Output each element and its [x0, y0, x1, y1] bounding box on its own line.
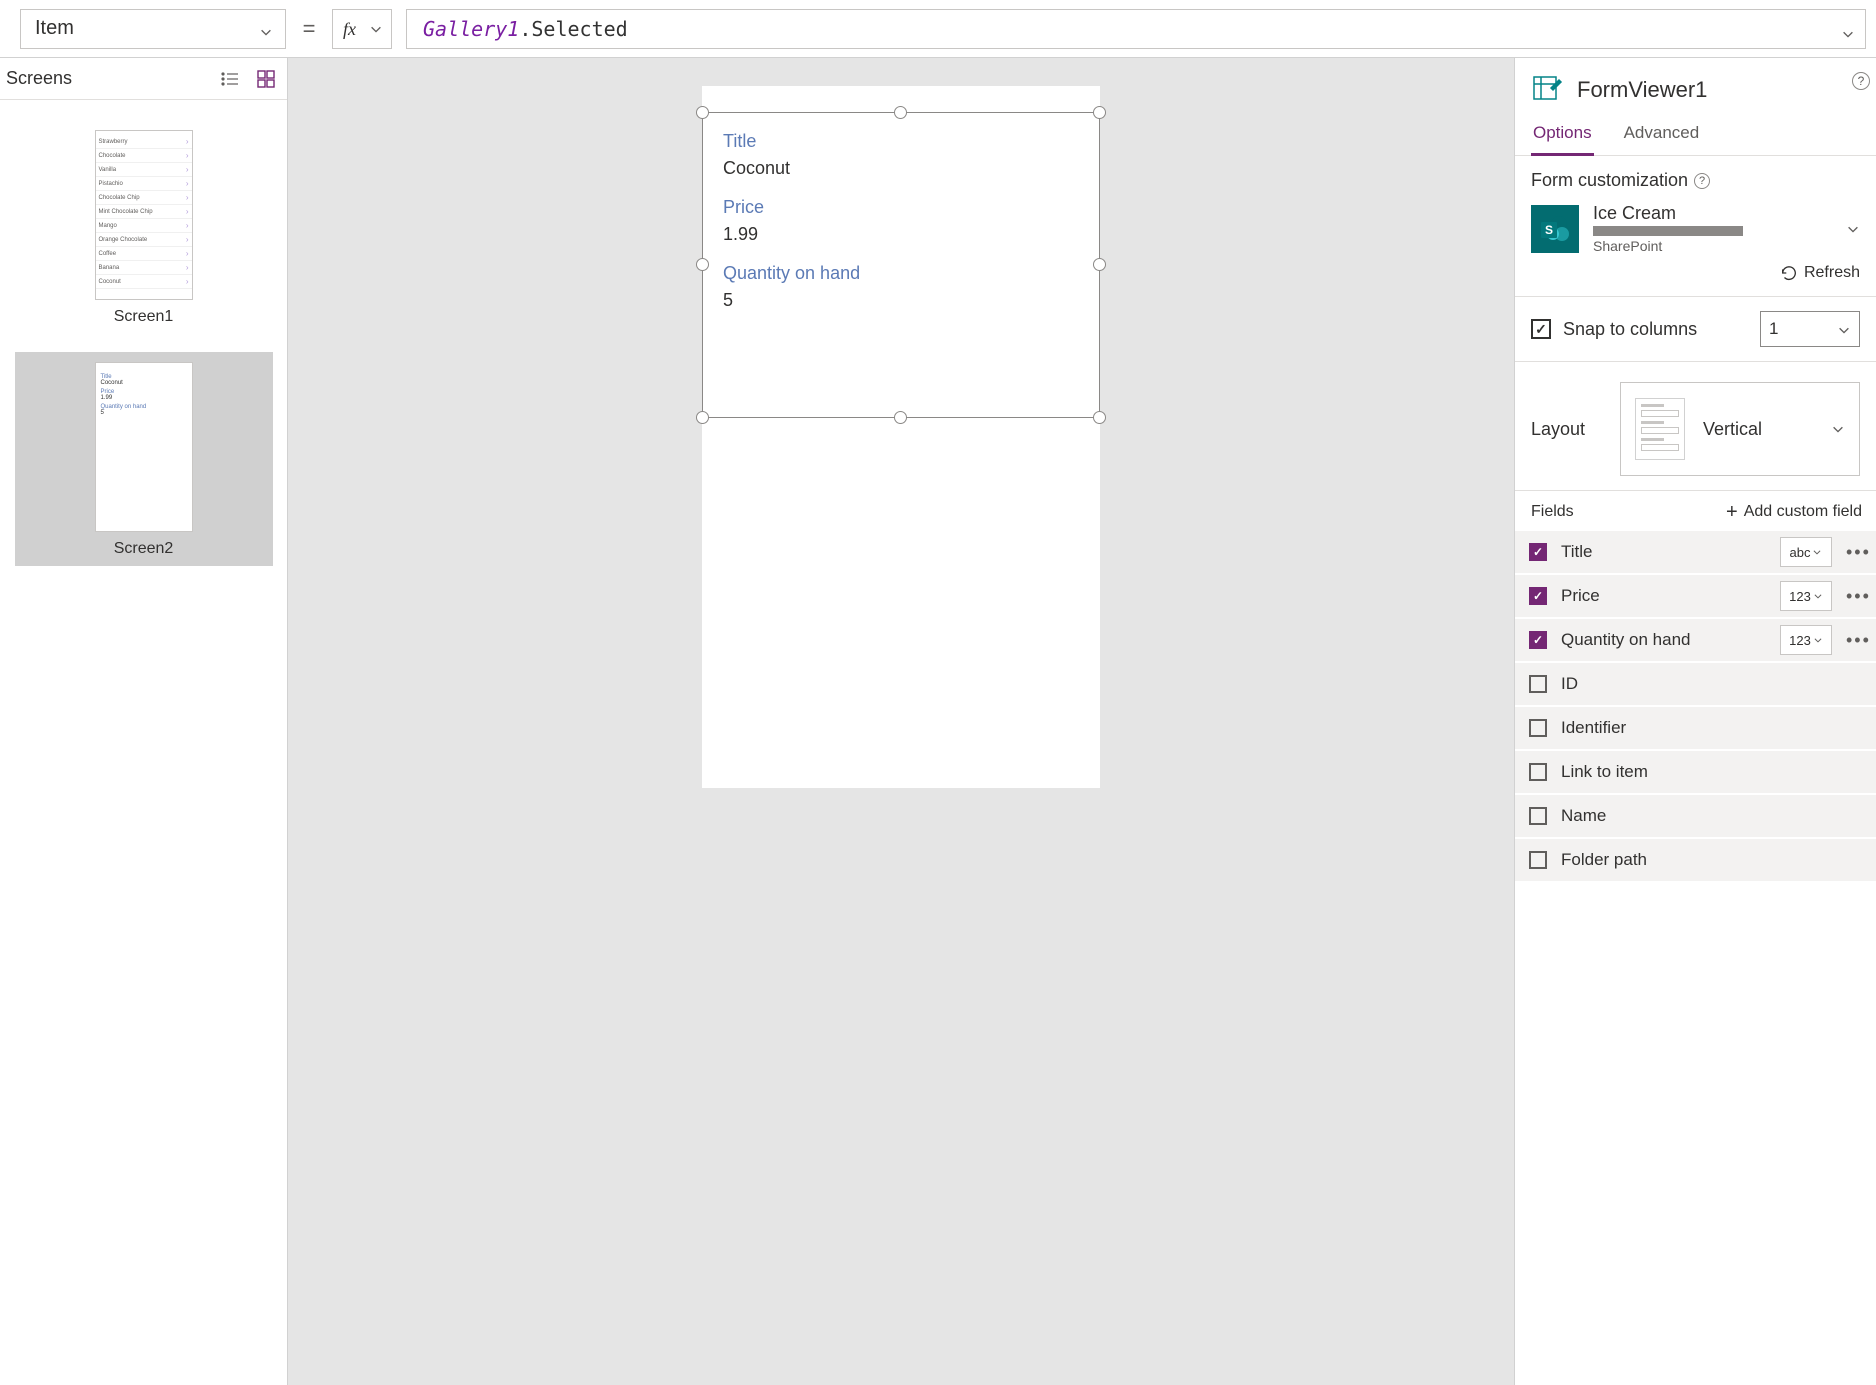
field-label: Price	[723, 197, 1079, 218]
snap-checkbox[interactable]	[1531, 319, 1551, 339]
screen-name: Screen2	[15, 540, 273, 558]
svg-text:S: S	[1545, 223, 1553, 237]
fx-button[interactable]: fx	[332, 9, 392, 49]
screens-title: Screens	[6, 68, 72, 89]
field-type-select[interactable]: abc	[1780, 537, 1832, 567]
field-row[interactable]: Folder path	[1515, 839, 1876, 881]
layout-select[interactable]: Vertical	[1620, 382, 1860, 476]
formula-bar: Item = fx Gallery1.Selected	[0, 0, 1876, 58]
form-customization-label: Form customization	[1531, 170, 1688, 191]
field-label: Quantity on hand	[723, 263, 1079, 284]
field-checkbox[interactable]	[1529, 763, 1547, 781]
field-row[interactable]: ID	[1515, 663, 1876, 705]
add-custom-field-button[interactable]: + Add custom field	[1726, 503, 1862, 521]
columns-select[interactable]: 1	[1760, 311, 1860, 347]
chevron-down-icon	[259, 22, 273, 36]
field-row[interactable]: Quantity on hand 123 •••	[1515, 619, 1876, 661]
chevron-down-icon	[1846, 222, 1860, 236]
field-name-label: Quantity on hand	[1561, 630, 1766, 650]
help-icon[interactable]: ?	[1852, 72, 1870, 90]
field-name-label: Price	[1561, 586, 1766, 606]
resize-handle[interactable]	[696, 258, 709, 271]
formula-suffix: .Selected	[519, 17, 627, 41]
more-icon[interactable]: •••	[1846, 542, 1870, 563]
more-icon[interactable]: •••	[1846, 586, 1870, 607]
screen-thumbnail[interactable]: TitleCoconutPrice1.99Quantity on hand5Sc…	[15, 352, 273, 566]
layout-label: Layout	[1531, 419, 1585, 440]
field-label: Title	[723, 131, 1079, 152]
tab-options[interactable]: Options	[1531, 115, 1594, 156]
field-row[interactable]: Title abc •••	[1515, 531, 1876, 573]
resize-handle[interactable]	[696, 411, 709, 424]
resize-handle[interactable]	[1093, 411, 1106, 424]
sharepoint-icon: S	[1531, 205, 1579, 253]
control-name: FormViewer1	[1577, 77, 1707, 103]
fields-label: Fields	[1531, 503, 1574, 521]
properties-panel: FormViewer1 ? Options Advanced Form cust…	[1514, 58, 1876, 1385]
field-checkbox[interactable]	[1529, 631, 1547, 649]
field-value: Coconut	[723, 158, 1079, 179]
refresh-button[interactable]: Refresh	[1531, 264, 1860, 282]
field-type-select[interactable]: 123	[1780, 625, 1832, 655]
resize-handle[interactable]	[1093, 258, 1106, 271]
resize-handle[interactable]	[894, 411, 907, 424]
canvas[interactable]: Title Coconut Price 1.99 Quantity on hand 5	[288, 58, 1514, 1385]
chevron-down-icon	[1837, 322, 1851, 336]
form-icon	[1531, 72, 1563, 107]
screen-name: Screen1	[15, 308, 273, 326]
refresh-label: Refresh	[1804, 264, 1860, 282]
snap-label: Snap to columns	[1563, 319, 1697, 340]
property-dropdown-value: Item	[35, 17, 74, 40]
datasource-type: SharePoint	[1593, 238, 1832, 254]
field-checkbox[interactable]	[1529, 543, 1547, 561]
chevron-down-icon	[1841, 22, 1855, 36]
field-name-label: Name	[1561, 806, 1870, 826]
field-name-label: Title	[1561, 542, 1766, 562]
field-name-label: Link to item	[1561, 762, 1870, 782]
field-row[interactable]: Link to item	[1515, 751, 1876, 793]
layout-value: Vertical	[1703, 419, 1813, 440]
field-checkbox[interactable]	[1529, 675, 1547, 693]
field-name-label: Folder path	[1561, 850, 1870, 870]
chevron-down-icon	[369, 22, 383, 36]
svg-text:fx: fx	[343, 19, 356, 39]
screen-thumbnail[interactable]: Strawberry›Chocolate›Vanilla›Pistachio›C…	[15, 120, 273, 334]
field-type-select[interactable]: 123	[1780, 581, 1832, 611]
field-checkbox[interactable]	[1529, 807, 1547, 825]
field-name-label: Identifier	[1561, 718, 1870, 738]
formviewer-selection[interactable]: Title Coconut Price 1.99 Quantity on hand 5	[702, 112, 1100, 418]
field-value: 5	[723, 290, 1079, 311]
field-value: 1.99	[723, 224, 1079, 245]
screens-panel: Screens Straw	[0, 58, 288, 1385]
formula-input[interactable]: Gallery1.Selected	[406, 9, 1866, 49]
list-view-icon[interactable]	[219, 68, 241, 90]
info-icon[interactable]: ?	[1694, 173, 1710, 189]
field-row[interactable]: Name	[1515, 795, 1876, 837]
field-row[interactable]: Price 123 •••	[1515, 575, 1876, 617]
more-icon[interactable]: •••	[1846, 630, 1870, 651]
resize-handle[interactable]	[696, 106, 709, 119]
field-checkbox[interactable]	[1529, 719, 1547, 737]
datasource-name: Ice Cream	[1593, 203, 1832, 224]
add-custom-label: Add custom field	[1744, 503, 1862, 521]
datasource-selector[interactable]: S Ice Cream SharePoint	[1531, 203, 1860, 254]
field-checkbox[interactable]	[1529, 851, 1547, 869]
phone-frame: Title Coconut Price 1.99 Quantity on hand 5	[702, 86, 1100, 788]
grid-view-icon[interactable]	[255, 68, 277, 90]
chevron-down-icon	[1831, 422, 1845, 436]
equals-sign: =	[300, 16, 318, 42]
resize-handle[interactable]	[894, 106, 907, 119]
property-dropdown[interactable]: Item	[20, 9, 286, 49]
resize-handle[interactable]	[1093, 106, 1106, 119]
datasource-account	[1593, 226, 1743, 236]
layout-preview-icon	[1635, 398, 1685, 460]
columns-value: 1	[1769, 319, 1778, 339]
field-name-label: ID	[1561, 674, 1870, 694]
field-checkbox[interactable]	[1529, 587, 1547, 605]
plus-icon: +	[1726, 505, 1738, 519]
tab-advanced[interactable]: Advanced	[1622, 115, 1702, 155]
formula-token: Gallery1	[423, 17, 519, 41]
field-row[interactable]: Identifier	[1515, 707, 1876, 749]
